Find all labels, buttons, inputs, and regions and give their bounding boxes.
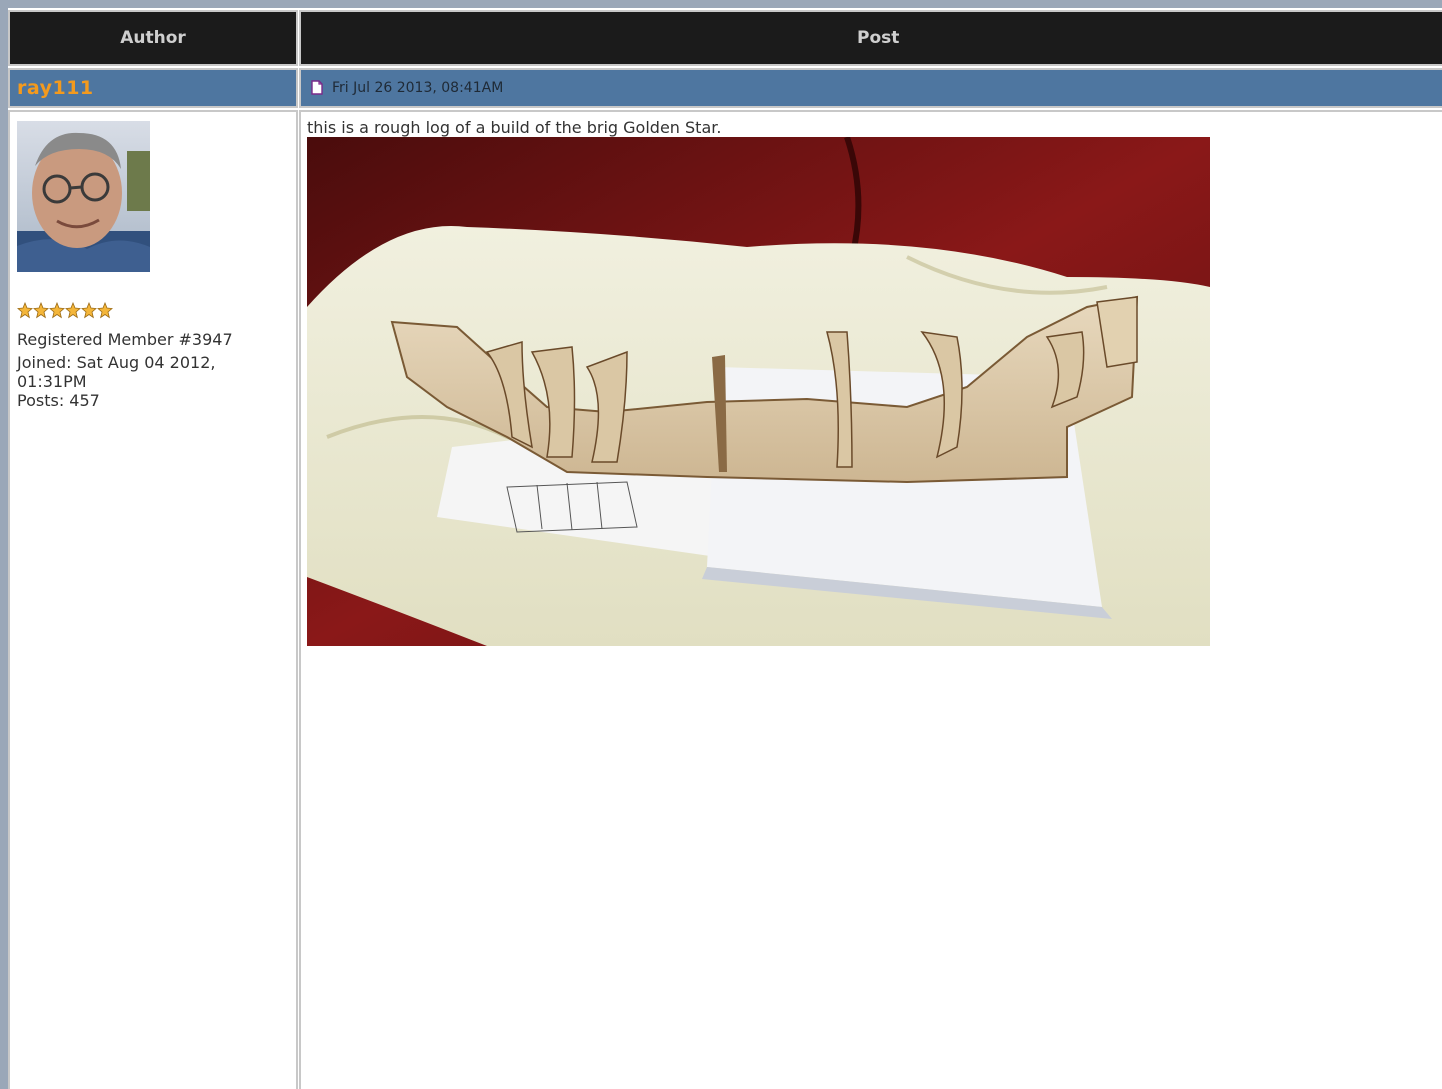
rank-stars [17,302,113,319]
post-date-cell: Fri Jul 26 2013, 08:41AM [299,68,1442,108]
post-count: Posts: 457 [17,391,100,410]
author-name-cell: ray111 [8,68,298,108]
post-column-header: Post [299,10,1442,66]
star-icon [65,302,81,319]
star-icon [33,302,49,319]
forum-thread-page: Author Post ray111 Fri Jul 26 2013, 08:4… [0,0,1442,1089]
star-icon [97,302,113,319]
post-body-cell: this is a rough log of a build of the br… [299,110,1442,1089]
top-strip [0,0,1442,8]
star-icon [49,302,65,319]
author-column-header: Author [8,10,298,66]
member-info: Registered Member #3947 Joined: Sat Aug … [17,330,287,411]
star-icon [17,302,33,319]
registered-member: Registered Member #3947 [17,330,233,349]
username-link[interactable]: ray111 [17,77,94,99]
left-rail [0,8,8,1089]
post-text: this is a rough log of a build of the br… [307,118,722,137]
post-date: Fri Jul 26 2013, 08:41AM [332,80,504,96]
star-icon [81,302,97,319]
joined-date: Joined: Sat Aug 04 2012, 01:31PM [17,353,216,391]
user-avatar-photo[interactable] [17,121,150,272]
ship-hull-photo[interactable] [307,137,1210,646]
post-document-icon[interactable] [311,79,323,95]
author-profile-cell: Registered Member #3947 Joined: Sat Aug … [8,110,298,1089]
